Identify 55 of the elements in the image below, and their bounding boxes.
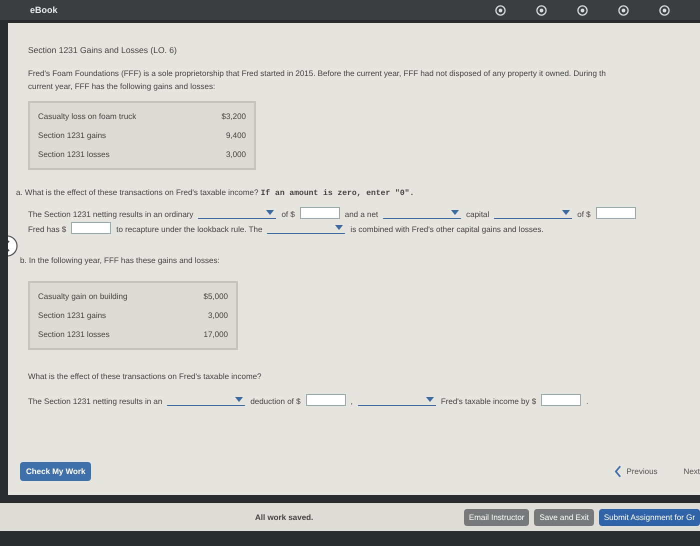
amount-field[interactable] — [306, 394, 346, 406]
answer-text: The Section 1231 netting results in an — [28, 397, 162, 406]
table-cell: Section 1231 losses — [38, 150, 110, 159]
next-link[interactable]: Next — [684, 467, 700, 476]
answer-text: to recapture under the lookback rule. The — [116, 225, 262, 234]
intro-text: Fred's Foam Foundations (FFF) is a sole proprietorship that Fred started in 2015. Before the current year, FFF had not disposed of any property it owned. During th — [28, 68, 607, 80]
check-my-work-button[interactable]: Check My Work — [20, 462, 92, 481]
table-cell: 17,000 — [204, 330, 228, 339]
amount-field[interactable] — [71, 222, 112, 234]
toolbar-icon[interactable] — [577, 4, 588, 16]
chevron-left-icon — [615, 465, 622, 478]
answer-text: is combined with Fred's other capital gains and losses. — [350, 225, 544, 234]
question-text: b. In the following year, FFF has these gains and losses: — [20, 256, 221, 265]
amount-field[interactable] — [541, 394, 582, 406]
question-text: a. What is the effect of these transactions on Fred's taxable income? If an amount is zero, enter "0". — [16, 188, 416, 198]
answer-dropdown[interactable] — [494, 207, 572, 219]
answer-dropdown[interactable] — [358, 394, 436, 406]
intro-text: current year, FFF has the following gains and losses: — [28, 81, 216, 93]
table-cell: Section 1231 losses — [38, 330, 110, 339]
submit-button[interactable]: Submit Assignment for Gr — [598, 508, 700, 526]
answer-text: of $ — [281, 210, 295, 219]
answer-text: Fred has $ — [28, 225, 66, 234]
previous-link[interactable]: Previous — [615, 465, 658, 478]
toolbar-icon[interactable] — [536, 4, 547, 16]
question-text: What is the effect of these transactions on Fred's taxable income? — [28, 372, 263, 381]
answer-text: , — [350, 397, 353, 406]
table-cell: Casualty gain on building — [38, 292, 128, 301]
footer-button[interactable]: Save and Exit — [534, 508, 594, 526]
footer-button[interactable]: Email Instructor — [464, 508, 530, 526]
table-cell: $5,000 — [204, 292, 228, 301]
answer-text: of $ — [577, 210, 591, 219]
table-cell: Section 1231 gains — [38, 311, 106, 320]
answer-text: . — [586, 397, 588, 406]
amount-field[interactable] — [596, 207, 636, 219]
table-cell: Section 1231 gains — [38, 131, 106, 140]
answer-text: deduction of $ — [250, 397, 301, 406]
toolbar-icon[interactable] — [618, 4, 629, 16]
answer-dropdown[interactable] — [267, 222, 346, 234]
answer-dropdown[interactable] — [383, 207, 462, 219]
amount-field[interactable] — [300, 207, 340, 219]
toolbar-icon[interactable] — [495, 4, 506, 16]
table-cell: 9,400 — [226, 131, 246, 140]
toolbar-icon[interactable] — [659, 4, 670, 16]
answer-text: capital — [466, 210, 490, 219]
table-cell: 3,000 — [208, 311, 228, 320]
answer-dropdown[interactable] — [198, 207, 276, 219]
table-cell: Casualty loss on foam truck — [38, 112, 136, 121]
answer-text: Fred's taxable income by $ — [440, 397, 536, 406]
section-heading: Section 1231 Gains and Losses (LO. 6) — [28, 45, 178, 55]
save-status: All work saved. — [255, 512, 314, 522]
answer-text: The Section 1231 netting results in an ordinary — [28, 210, 194, 219]
table-cell: $3,200 — [222, 112, 246, 121]
table-cell: 3,000 — [226, 150, 246, 159]
answer-text: and a net — [344, 210, 378, 219]
answer-dropdown[interactable] — [167, 394, 246, 406]
